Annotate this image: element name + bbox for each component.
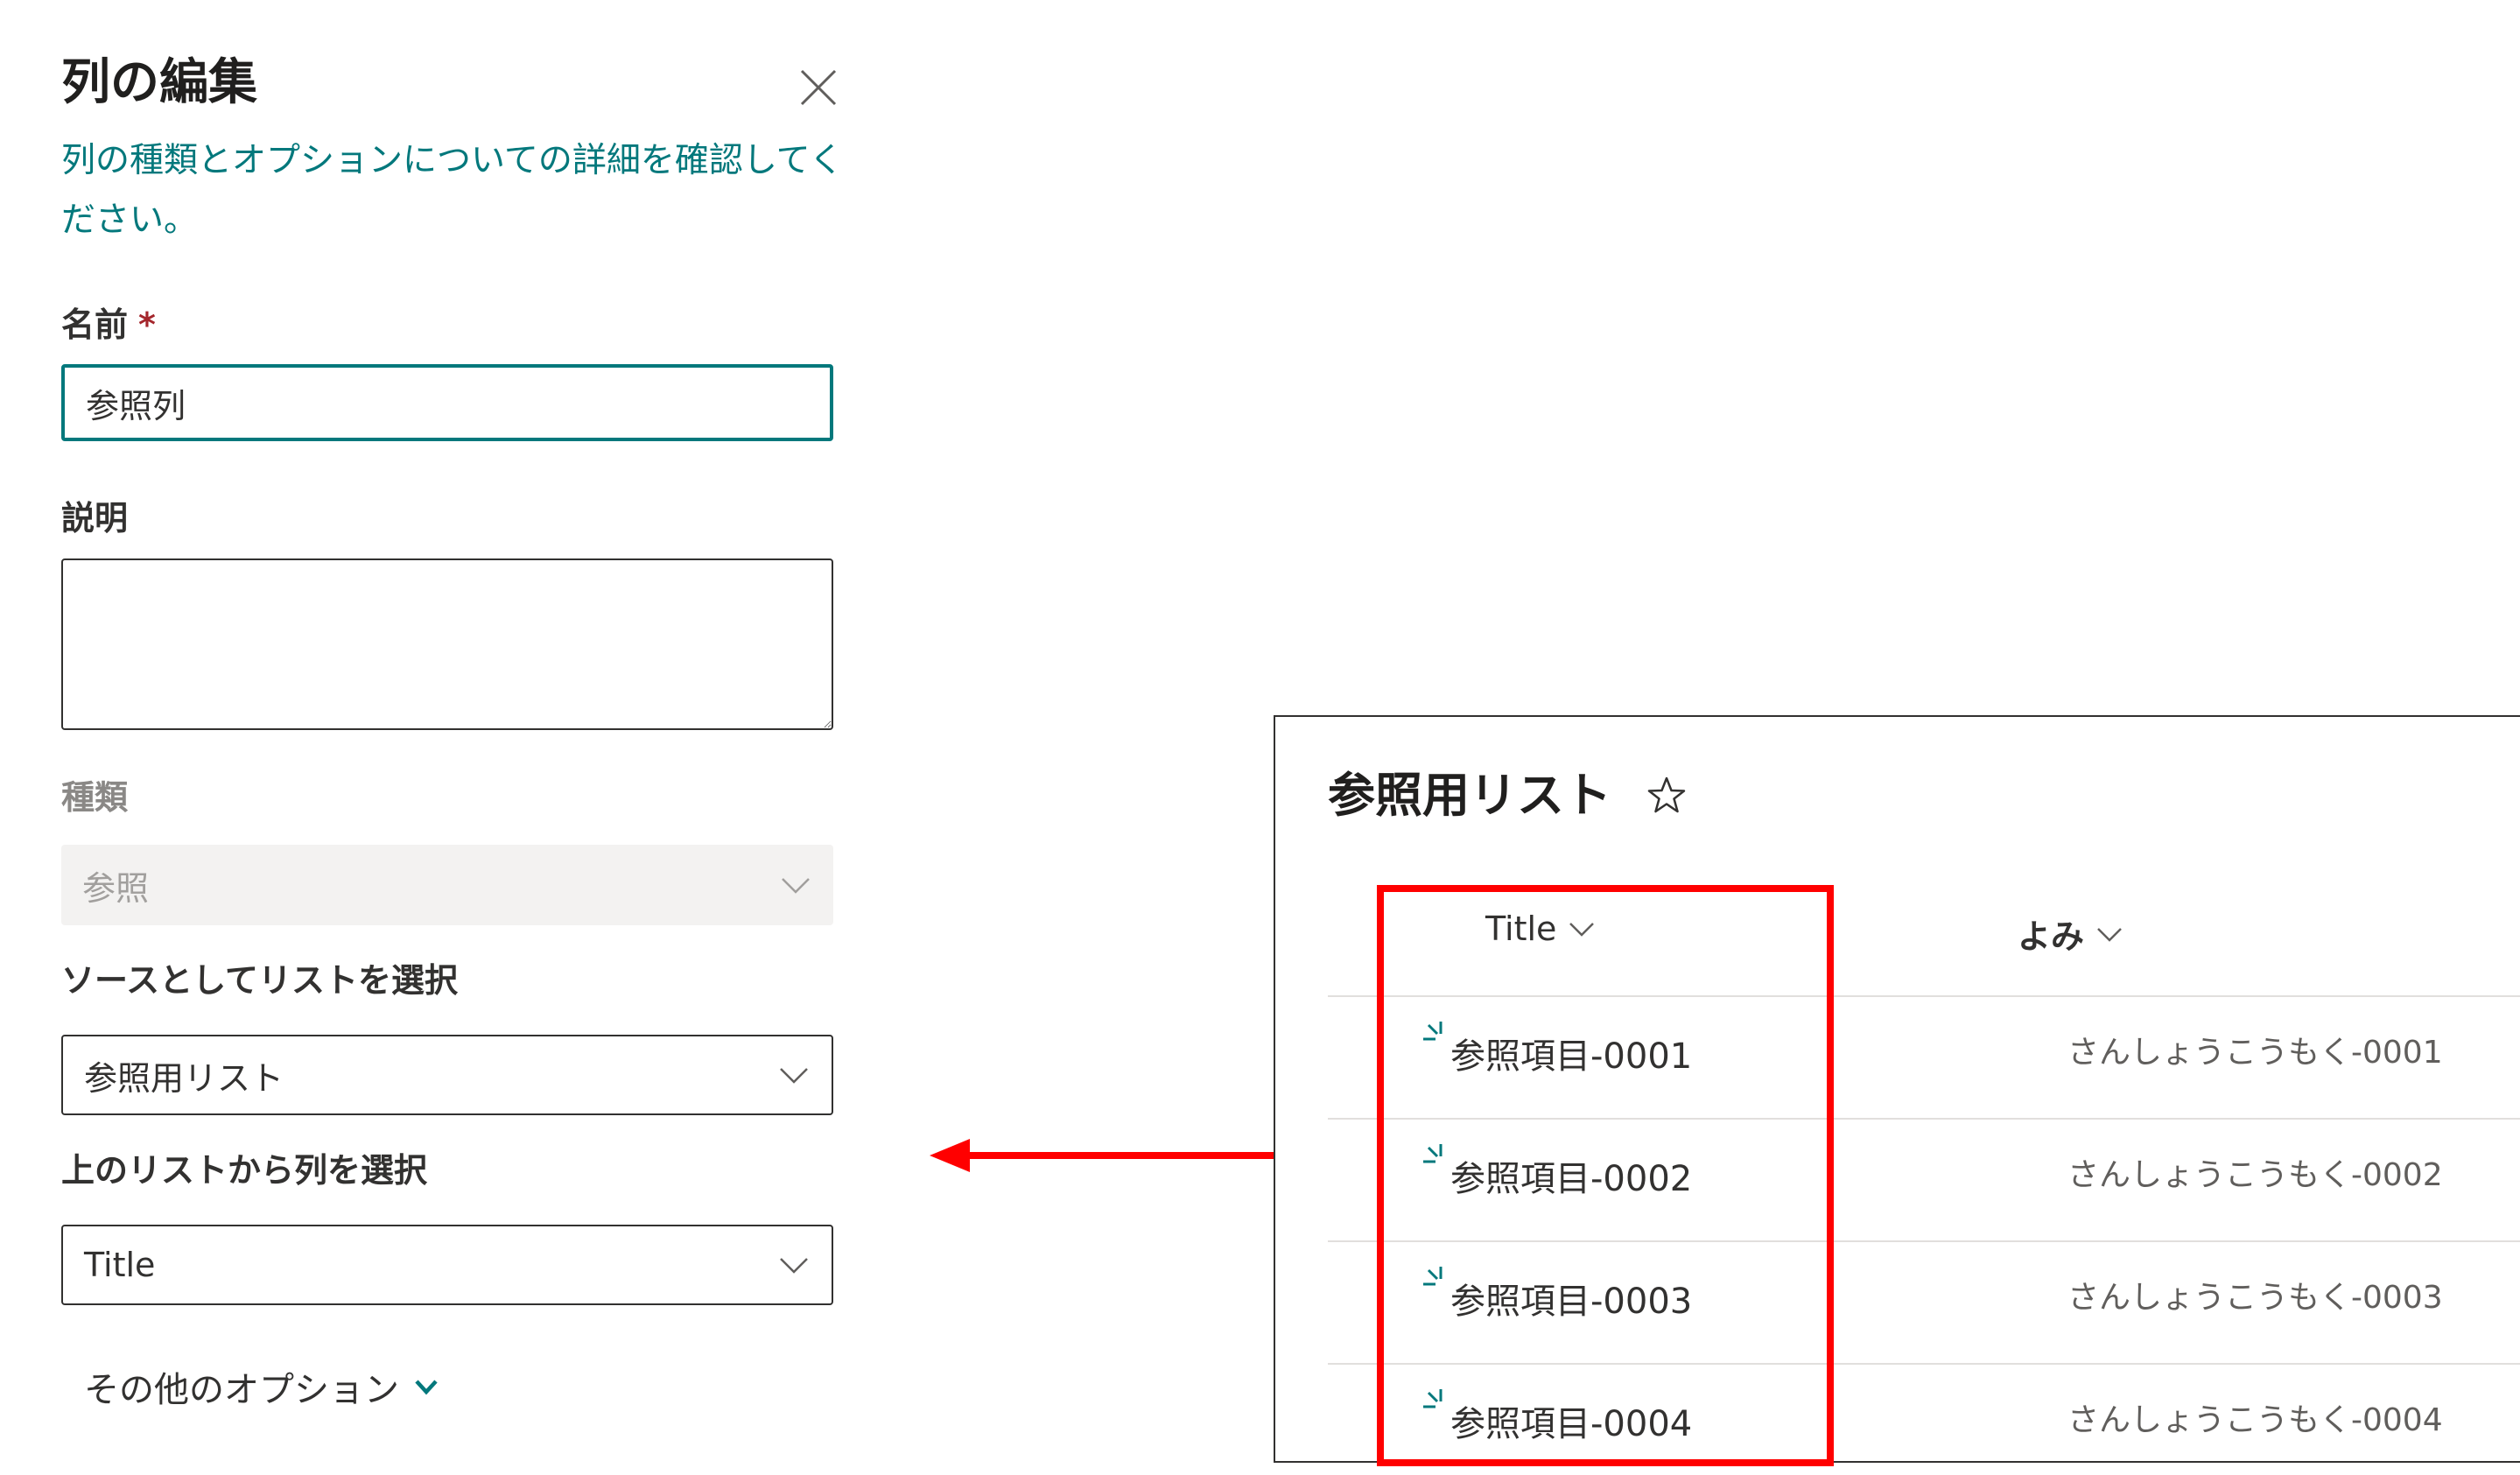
name-label-text: 名前 — [61, 306, 129, 344]
column-select-label: 上のリストから列を選択 — [61, 1151, 428, 1190]
row-yomi: さんしょうこうもく-0003 — [2067, 1280, 2443, 1316]
name-input[interactable] — [61, 364, 833, 441]
chevron-down-icon — [780, 1258, 808, 1274]
screenshot-root: 列の編集 列の種類とオプションについての詳細を確認してください。 名前* 説明 … — [0, 0, 2520, 1475]
column-types-info-link[interactable]: 列の種類とオプションについての詳細を確認してください。 — [61, 131, 849, 250]
star-outline-icon — [1647, 776, 1686, 813]
list-title: 参照用リスト — [1328, 768, 1611, 823]
list-row[interactable]: 参照項目-0002 さんしょうこうもく-0002 — [1328, 1120, 2520, 1242]
row-title[interactable]: 参照項目-0001 — [1450, 1032, 1692, 1081]
new-item-icon — [1423, 1022, 1443, 1041]
list-row[interactable]: 参照項目-0004 さんしょうこうもく-0004 — [1328, 1365, 2520, 1461]
column-header-title[interactable]: Title — [1485, 910, 1597, 948]
description-textarea[interactable] — [61, 558, 833, 730]
favorite-button[interactable] — [1643, 771, 1690, 818]
close-button[interactable] — [797, 66, 840, 109]
source-list-dropdown-value: 参照用リスト — [84, 1058, 284, 1098]
chevron-down-icon — [2097, 927, 2122, 942]
type-dropdown: 参照 — [61, 845, 833, 925]
chevron-down-icon — [1569, 923, 1595, 937]
source-list-label: ソースとしてリストを選択 — [61, 961, 458, 1000]
row-yomi: さんしょうこうもく-0002 — [2067, 1157, 2443, 1193]
row-title[interactable]: 参照項目-0004 — [1450, 1400, 1692, 1449]
type-dropdown-value: 参照 — [82, 868, 150, 908]
reference-list-card: 参照用リスト Title よみ 参照項目-0001 さんしょうこうもく-0001… — [1274, 715, 2520, 1463]
row-title[interactable]: 参照項目-0002 — [1450, 1155, 1692, 1204]
row-yomi: さんしょうこうもく-0004 — [2067, 1402, 2443, 1438]
list-row[interactable]: 参照項目-0003 さんしょうこうもく-0003 — [1328, 1242, 2520, 1365]
chevron-down-icon — [782, 878, 810, 894]
column-dropdown[interactable]: Title — [61, 1225, 833, 1305]
row-title[interactable]: 参照項目-0003 — [1450, 1277, 1692, 1326]
chevron-down-icon — [415, 1380, 438, 1395]
description-label: 説明 — [61, 499, 129, 537]
list-row[interactable]: 参照項目-0001 さんしょうこうもく-0001 — [1328, 997, 2520, 1120]
close-icon — [800, 69, 837, 106]
more-options-button[interactable]: その他のオプション — [84, 1361, 441, 1412]
source-list-dropdown[interactable]: 参照用リスト — [61, 1035, 833, 1115]
required-mark: * — [138, 306, 156, 344]
column-dropdown-value: Title — [84, 1246, 156, 1284]
column-header-yomi-label: よみ — [2018, 917, 2085, 956]
new-item-icon — [1423, 1389, 1443, 1408]
chevron-down-icon — [780, 1068, 808, 1084]
row-yomi: さんしょうこうもく-0001 — [2067, 1035, 2443, 1071]
name-label: 名前 * — [61, 303, 156, 347]
column-header-title-label: Title — [1485, 910, 1557, 948]
type-label: 種類 — [61, 778, 129, 817]
more-options-label: その他のオプション — [84, 1370, 399, 1410]
column-header-yomi[interactable]: よみ — [2018, 910, 2124, 958]
panel-title: 列の編集 — [61, 54, 257, 111]
new-item-icon — [1423, 1144, 1443, 1163]
new-item-icon — [1423, 1267, 1443, 1286]
